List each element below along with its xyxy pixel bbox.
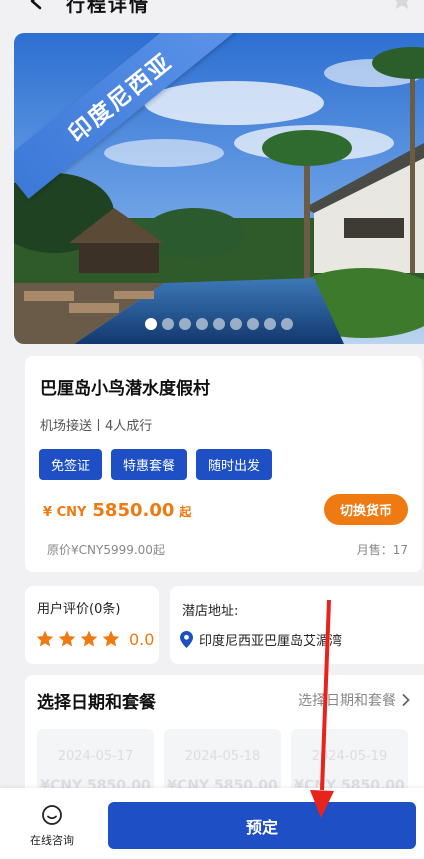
carousel-dot[interactable] [179, 318, 191, 330]
address-value: 印度尼西亚巴厘岛艾湄湾 [199, 634, 343, 649]
tag-list: 免签证 特惠套餐 随时出发 [39, 449, 273, 480]
star-rating-icon [36, 630, 54, 647]
product-info-card: 巴厘岛小鸟潜水度假村 机场接送丨4人成行 免签证 特惠套餐 随时出发 ¥ CNY… [25, 356, 422, 572]
price-amount: 5850.00 [92, 500, 175, 521]
carousel-dot[interactable] [264, 318, 276, 330]
select-date-link-label: 选择日期和套餐 [298, 693, 396, 709]
carousel-dot[interactable] [213, 318, 225, 330]
book-button[interactable]: 预定 [108, 802, 416, 849]
original-price: 原价¥CNY5999.00起 [47, 543, 165, 557]
date-option-date: 2024-05-17 [57, 749, 134, 764]
carousel-dot[interactable] [230, 318, 242, 330]
price-suffix: 起 [179, 505, 192, 519]
address-label: 潜店地址: [182, 604, 239, 619]
date-option-date: 2024-05-19 [311, 749, 388, 764]
bottom-action-bar: 在线咨询 预定 [0, 788, 424, 859]
location-pin-icon [180, 631, 193, 648]
tag-anytime-departure: 随时出发 [196, 449, 273, 480]
address-card[interactable]: 潜店地址: 印度尼西亚巴厘岛艾湄湾 [170, 586, 424, 664]
star-icon[interactable] [390, 0, 414, 12]
address-line: 印度尼西亚巴厘岛艾湄湾 [180, 630, 342, 649]
carousel-dot[interactable] [247, 318, 259, 330]
star-rating-icon [80, 630, 98, 647]
carousel-dots [14, 318, 424, 330]
online-consult-button[interactable]: 在线咨询 [24, 804, 80, 848]
carousel-dot[interactable] [281, 318, 293, 330]
switch-currency-button[interactable]: 切换货币 [324, 494, 408, 525]
tag-special-package: 特惠套餐 [111, 449, 188, 480]
price-currency: ¥ CNY [43, 505, 87, 520]
date-option-date: 2024-05-18 [184, 749, 261, 764]
chevron-right-icon [402, 694, 410, 706]
rating-score: 0.0 [129, 629, 155, 649]
resort-photo [14, 33, 424, 344]
product-name: 巴厘岛小鸟潜水度假村 [40, 379, 210, 399]
chat-smile-icon [42, 805, 62, 825]
tag-visa-free: 免签证 [39, 449, 103, 480]
star-rating-icon [102, 630, 120, 647]
select-date-link[interactable]: 选择日期和套餐 [298, 690, 410, 710]
star-rating-icon [58, 630, 76, 647]
price: ¥ CNY 5850.00 起 [43, 500, 191, 521]
carousel-dot[interactable] [145, 318, 157, 330]
product-subtitle: 机场接送丨4人成行 [40, 419, 153, 434]
rating-card[interactable]: 用户评价(0条) 0.0 [25, 586, 159, 664]
page-title: 行程详情 [66, 0, 151, 16]
carousel-dot[interactable] [196, 318, 208, 330]
chevron-left-icon[interactable] [28, 0, 46, 10]
rating-stars: 0.0 [35, 629, 154, 649]
online-consult-label: 在线咨询 [30, 834, 74, 847]
hero-image-carousel[interactable]: 印度尼西亚 [14, 33, 424, 344]
monthly-sales: 月售：17 [356, 543, 408, 557]
date-section-title: 选择日期和套餐 [37, 693, 156, 713]
rating-label: 用户评价(0条) [37, 602, 121, 617]
carousel-dot[interactable] [162, 318, 174, 330]
top-bar: 行程详情 [0, 0, 424, 18]
